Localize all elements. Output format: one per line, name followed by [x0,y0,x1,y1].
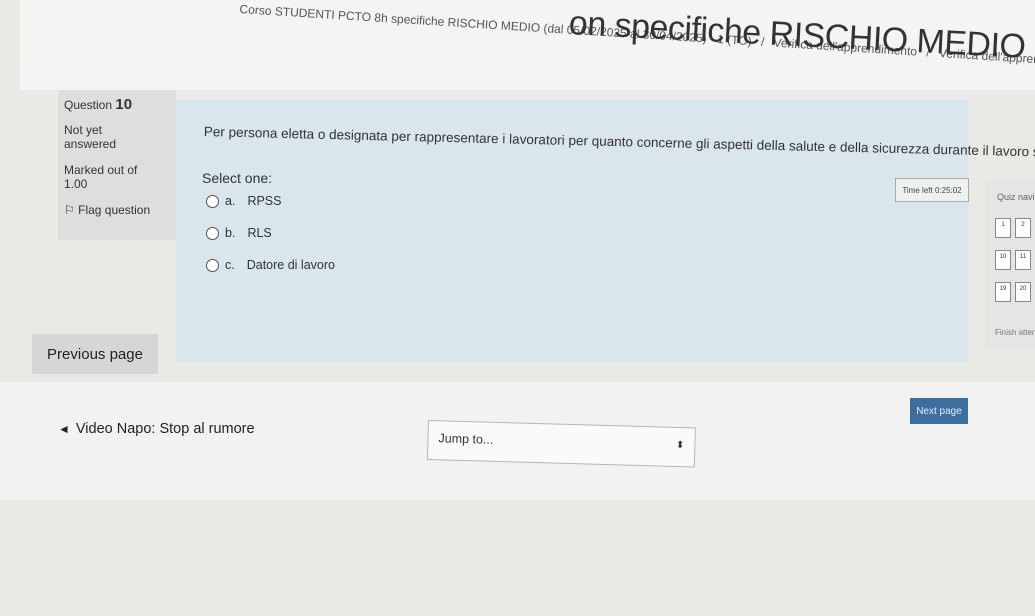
grade-line1: Marked out of [64,163,138,177]
option-label: RLS [247,226,272,240]
next-page-button[interactable]: Next page [910,398,968,424]
quiz-page: Corso STUDENTI PCTO 8h specifiche RISCHI… [0,0,1035,616]
question-state: Not yet answered [64,123,170,151]
option-letter: c. [225,258,235,272]
flag-icon: ⚐ [64,203,75,217]
previous-activity-link[interactable]: ◄ Video Napo: Stop al rumore [58,421,255,437]
quiz-nav-button[interactable]: 2 [1015,218,1031,238]
arrow-left-icon: ◄ [58,422,70,436]
state-line2: answered [64,137,117,151]
quiz-nav-button[interactable]: 19 [995,282,1011,302]
option-label: RPSS [247,194,282,208]
previous-page-button[interactable]: Previous page [32,334,158,374]
quiz-nav-button[interactable]: 10 [995,250,1011,270]
quiz-nav-button[interactable]: 20 [1015,282,1031,302]
jump-to-value: Jump to... [438,431,494,447]
answer-option-c[interactable]: c. Datore di lavoro [206,258,335,272]
quiz-navigation: Quiz navi 1 2 10 11 19 20 Finish atten [985,180,1035,350]
radio-button[interactable] [206,194,219,208]
flag-label: Flag question [78,203,151,217]
question-text: Per persona eletta o designata per rappr… [203,124,1035,161]
answer-option-a[interactable]: a. RPSS [206,194,281,208]
question-number-value: 10 [115,96,133,113]
previous-activity-label: Video Napo: Stop al rumore [75,421,255,437]
timer: Time left 0:25:02 [895,178,969,202]
option-letter: a. [225,194,236,208]
jump-to-select[interactable]: Jump to... ⬍ [426,420,696,468]
quiz-nav-button[interactable]: 11 [1015,250,1031,270]
question-label: Question [64,98,113,112]
grade-line2: 1.00 [64,177,88,191]
select-one-label: Select one: [202,170,273,186]
state-line1: Not yet [64,123,103,137]
flag-question-button[interactable]: ⚐ Flag question [64,203,170,217]
option-label: Datore di lavoro [246,258,335,272]
finish-attempt-link[interactable]: Finish atten [995,328,1035,337]
quiz-nav-title: Quiz navi [997,192,1035,202]
question-content: Per persona eletta o designata per rappr… [176,100,1035,362]
question-number: Question 10 [64,96,170,113]
quiz-nav-button[interactable]: 1 [995,218,1011,238]
question-info: Question 10 Not yet answered Marked out … [58,90,176,240]
radio-button[interactable] [206,258,219,272]
radio-button[interactable] [206,226,219,240]
select-caret-icon: ⬍ [675,439,685,452]
option-letter: b. [225,226,236,240]
question-grade: Marked out of 1.00 [64,163,170,191]
answer-option-b[interactable]: b. RLS [206,226,272,240]
